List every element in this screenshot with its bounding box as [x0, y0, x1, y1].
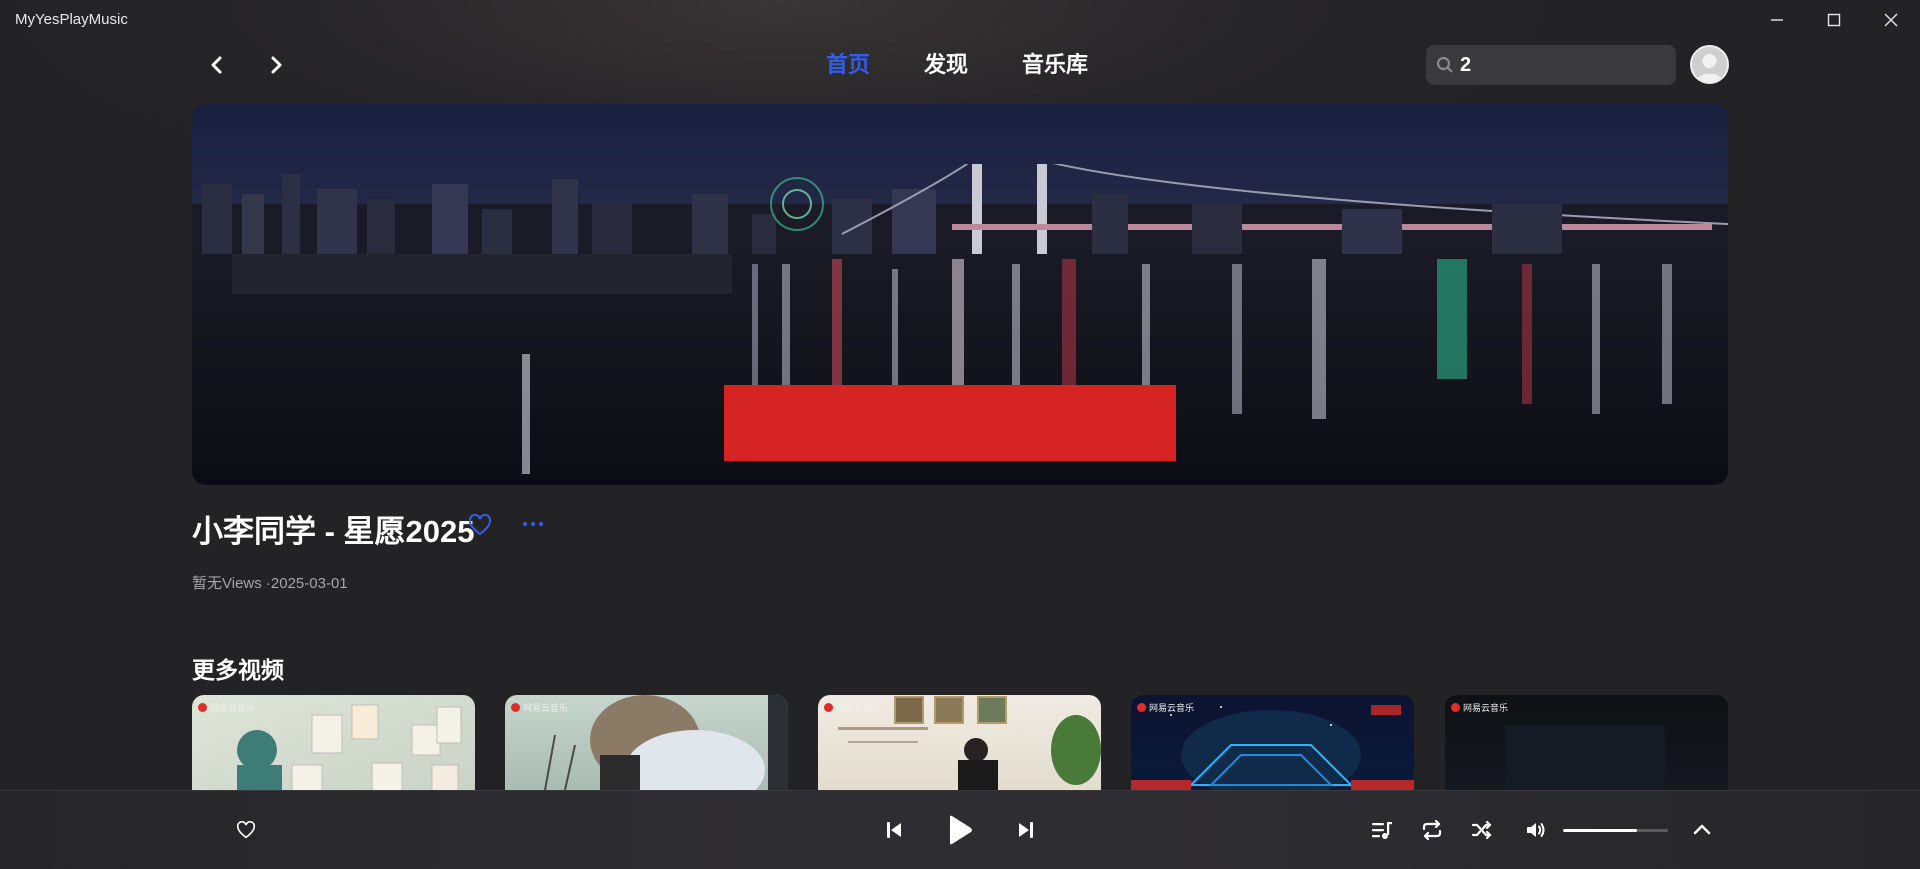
video-player[interactable] [192, 104, 1728, 485]
minimize-icon [1771, 19, 1783, 21]
video-title: 小李同学 - 星愿2025 [192, 514, 475, 549]
video-card[interactable]: 网易云音乐 [192, 695, 475, 790]
nav-home[interactable]: 首页 [826, 50, 870, 80]
playlist-button[interactable] [1369, 818, 1395, 842]
volume-icon [1527, 823, 1545, 837]
netease-logo-icon [1451, 703, 1460, 712]
app-title: MyYesPlayMusic [15, 11, 128, 28]
video-thumbnail [237, 704, 462, 790]
play-icon [950, 815, 972, 845]
more-icon-dot [523, 522, 527, 526]
maximize-button[interactable] [1806, 0, 1862, 40]
search-input[interactable] [1460, 53, 1660, 77]
redacted-overlay [724, 385, 1176, 461]
next-button[interactable] [1014, 819, 1038, 841]
playlist-icon [1372, 822, 1392, 839]
video-card[interactable]: 网易云音乐 [505, 695, 788, 790]
video-source-badge: 网易云音乐 [511, 701, 568, 714]
avatar[interactable] [1690, 45, 1729, 84]
close-button[interactable] [1863, 0, 1919, 40]
video-card[interactable]: 网易云音乐 [818, 695, 1101, 790]
title-bar: MyYesPlayMusic [0, 0, 1920, 40]
video-meta: 暂无Views ·2025-03-01 [192, 575, 348, 592]
repeat-button[interactable] [1419, 818, 1445, 842]
more-videos-heading: 更多视频 [192, 657, 284, 683]
search-icon [1436, 56, 1453, 73]
video-card[interactable]: 网易云音乐 [1131, 695, 1414, 790]
badge-label: 网易云音乐 [1463, 703, 1509, 713]
video-source-badge: 网易云音乐 [824, 701, 881, 714]
forward-button[interactable] [259, 50, 293, 80]
more-options-button[interactable] [523, 522, 543, 526]
heart-icon [468, 513, 492, 536]
nav-library[interactable]: 音乐库 [1022, 50, 1088, 80]
shuffle-button[interactable] [1469, 818, 1495, 842]
netease-logo-icon [824, 703, 833, 712]
forward-icon [271, 56, 282, 74]
like-video-button[interactable] [468, 513, 492, 541]
back-button[interactable] [200, 50, 234, 80]
expand-up-icon [1693, 824, 1711, 835]
volume-level [1563, 829, 1637, 832]
volume-slider[interactable] [1563, 829, 1668, 832]
minimize-button[interactable] [1749, 0, 1805, 40]
back-icon [211, 56, 222, 74]
shuffle-icon [1471, 820, 1492, 840]
more-icon-dot [539, 522, 543, 526]
netease-logo-icon [511, 703, 520, 712]
video-frame-skyline [192, 164, 1728, 254]
previous-button[interactable] [882, 819, 906, 841]
video-card[interactable]: 网易云音乐 [1445, 695, 1728, 790]
main-nav: 首页 发现 音乐库 [826, 50, 1142, 80]
user-avatar-icon [1692, 47, 1727, 82]
repeat-icon [1422, 820, 1442, 840]
close-icon [1884, 13, 1898, 27]
maximize-icon [1827, 13, 1841, 27]
play-button[interactable] [942, 812, 978, 848]
video-source-badge: 网易云音乐 [1137, 701, 1194, 714]
netease-logo-icon [1137, 703, 1146, 712]
badge-label: 网易云音乐 [1149, 703, 1195, 713]
more-icon-dot [531, 522, 535, 526]
more-videos-list: 网易云音乐 网易云音乐 网易云音乐 网易云音乐 网易云音乐 [192, 695, 1728, 790]
like-song-button[interactable] [232, 817, 260, 843]
volume-button[interactable] [1523, 818, 1549, 842]
video-source-badge: 网易云音乐 [1451, 701, 1508, 714]
badge-label: 网易云音乐 [836, 703, 882, 713]
search-box[interactable] [1426, 45, 1676, 85]
next-icon [1019, 822, 1033, 838]
previous-icon [887, 822, 901, 838]
badge-label: 网易云音乐 [523, 703, 569, 713]
nav-discover[interactable]: 发现 [924, 50, 968, 80]
expand-lyrics-button[interactable] [1690, 818, 1714, 840]
app-window: MyYesPlayMusic 首页 发现 音乐库 2 小李同学 - 星愿2025… [0, 0, 1920, 869]
heart-icon [236, 821, 256, 839]
